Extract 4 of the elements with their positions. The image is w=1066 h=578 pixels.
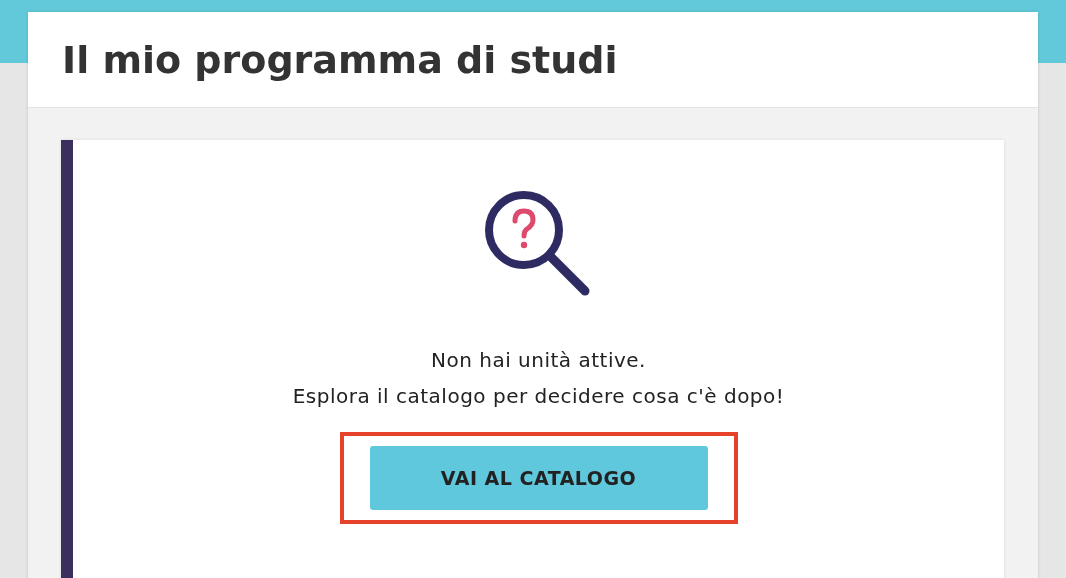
catalog-button[interactable]: VAI AL CATALOGO bbox=[369, 446, 708, 510]
message-text: Esplora il catalogo per decidere cosa c'è dopo! bbox=[291, 383, 786, 410]
page-title: Il mio programma di studi bbox=[62, 37, 618, 82]
message-text: Non hai unità attive. bbox=[430, 347, 647, 374]
